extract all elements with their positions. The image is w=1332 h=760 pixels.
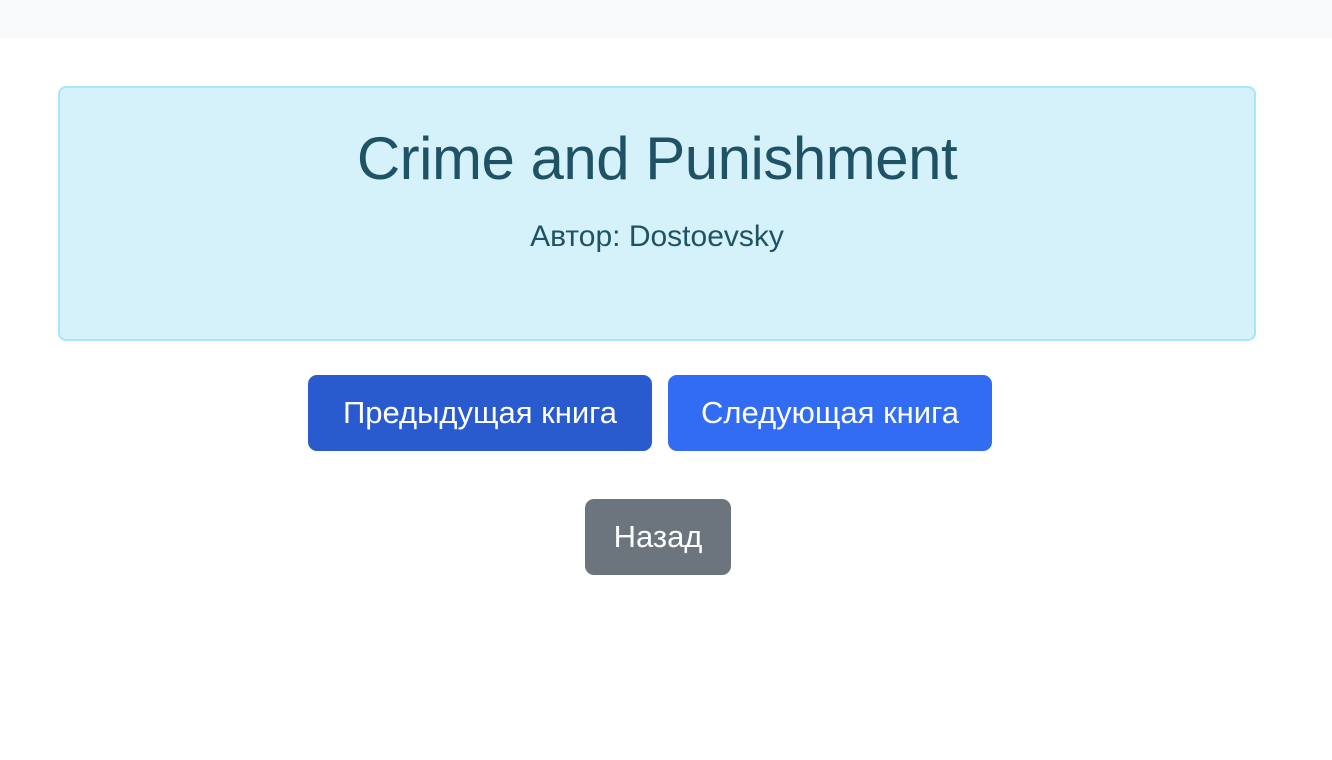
book-title: Crime and Punishment: [356, 125, 958, 192]
book-info-card: Crime and Punishment Автор: Dostoevsky: [58, 86, 1256, 341]
top-navbar: [0, 0, 1332, 38]
back-button[interactable]: Назад: [585, 499, 731, 575]
previous-book-button[interactable]: Предыдущая книга: [308, 375, 652, 451]
next-book-button[interactable]: Следующая книга: [668, 375, 992, 451]
book-author: Автор: Dostoevsky: [530, 220, 784, 253]
